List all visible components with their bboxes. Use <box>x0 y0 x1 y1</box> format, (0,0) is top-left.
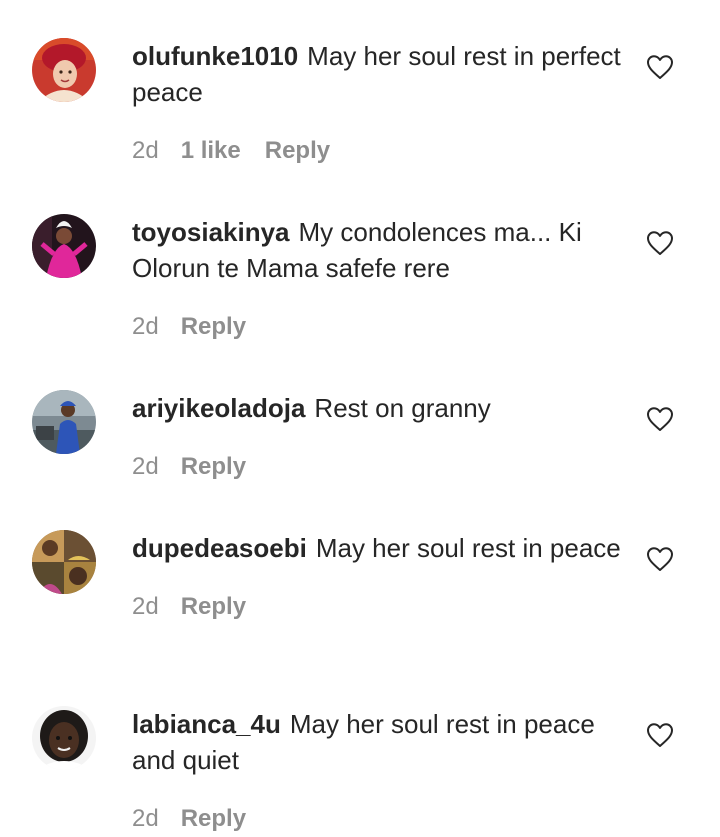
reply-button[interactable]: Reply <box>181 309 246 345</box>
comment-content: ariyikeoladoja Rest on granny <box>132 390 632 426</box>
heart-outline-icon[interactable] <box>646 546 674 572</box>
comment-text: Rest on granny <box>314 393 491 423</box>
comment-username[interactable]: dupedeasoebi <box>132 533 307 563</box>
comment-timestamp: 2d <box>132 313 159 340</box>
avatar[interactable] <box>32 706 96 770</box>
comment-timestamp: 2d <box>132 805 159 832</box>
reply-button[interactable]: Reply <box>181 449 246 485</box>
avatar[interactable] <box>32 390 96 454</box>
heart-outline-icon[interactable] <box>646 54 674 80</box>
reply-button[interactable]: Reply <box>181 801 246 837</box>
comment-timestamp: 2d <box>132 453 159 480</box>
heart-outline-icon[interactable] <box>646 722 674 748</box>
comment-content: labianca_4u May her soul rest in peace an… <box>132 706 632 778</box>
reply-button[interactable]: Reply <box>181 589 246 625</box>
heart-outline-icon[interactable] <box>646 406 674 432</box>
comment-username[interactable]: labianca_4u <box>132 709 281 739</box>
comment-username[interactable]: toyosiakinya <box>132 217 290 247</box>
comment-body: olufunke1010 May her soul rest in perfect… <box>132 38 632 169</box>
comment-like-count[interactable]: 1 like <box>181 133 241 169</box>
comment-body: labianca_4u May her soul rest in peace an… <box>132 706 632 837</box>
comment-body: toyosiakinya My condolences ma... Ki Olor… <box>132 214 632 345</box>
avatar[interactable] <box>32 530 96 594</box>
comment-timestamp: 2d <box>132 137 159 164</box>
heart-outline-icon[interactable] <box>646 230 674 256</box>
comment-meta: 2d Reply <box>132 801 632 837</box>
avatar[interactable] <box>32 214 96 278</box>
comment-meta: 2d Reply <box>132 589 632 625</box>
comment-list: olufunke1010 May her soul rest in perfect… <box>0 0 720 836</box>
reply-button[interactable]: Reply <box>265 133 330 169</box>
comment-timestamp: 2d <box>132 593 159 620</box>
comment-username[interactable]: ariyikeoladoja <box>132 393 305 423</box>
comment-meta: 2d Reply <box>132 449 632 485</box>
comment-content: dupedeasoebi May her soul rest in peace <box>132 530 632 566</box>
comment-meta: 2d Reply <box>132 309 632 345</box>
comment-body: dupedeasoebi May her soul rest in peace 2… <box>132 530 632 625</box>
avatar[interactable] <box>32 38 96 102</box>
comment-body: ariyikeoladoja Rest on granny 2d Reply <box>132 390 632 485</box>
comment-content: olufunke1010 May her soul rest in perfect… <box>132 38 632 110</box>
comment-username[interactable]: olufunke1010 <box>132 41 298 71</box>
comment-content: toyosiakinya My condolences ma... Ki Olor… <box>132 214 632 286</box>
comment-meta: 2d 1 like Reply <box>132 133 632 169</box>
comment-text: May her soul rest in peace <box>315 533 621 563</box>
